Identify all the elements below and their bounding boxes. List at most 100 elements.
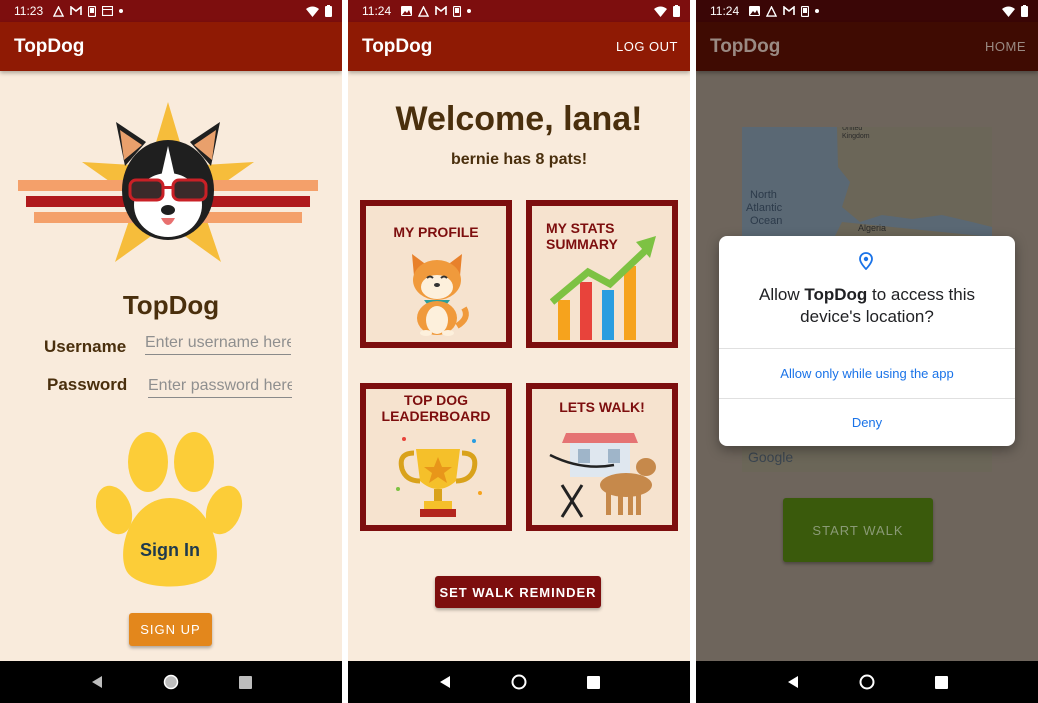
- deny-button[interactable]: Deny: [719, 399, 1015, 446]
- image-icon: [749, 6, 761, 16]
- leaderboard-tile[interactable]: TOP DOG LEADERBOARD: [360, 383, 512, 531]
- username-input[interactable]: [145, 331, 291, 355]
- dialog-title-prefix: Allow: [758, 285, 805, 304]
- app-heading: TopDog: [122, 290, 220, 320]
- nav-bar: [696, 661, 1038, 703]
- notification-icons: [53, 5, 124, 17]
- home-button[interactable]: [161, 672, 181, 692]
- wifi-icon: [654, 6, 667, 17]
- home-button[interactable]: [509, 672, 529, 692]
- welcome-heading: Welcome, lana!: [395, 100, 643, 138]
- status-right: [306, 5, 332, 17]
- back-button[interactable]: [783, 672, 803, 692]
- dialog-title-app: TopDog: [804, 285, 868, 304]
- alert-triangle-icon: [53, 5, 65, 17]
- paw-icon: [95, 432, 243, 587]
- signin-paw-button[interactable]: Sign In: [95, 430, 244, 592]
- walk-screen: 11:24 TopDog HOME United Kingdom North A…: [696, 0, 1038, 703]
- login-screen: 11:23 TopDog TopDog Username Enter usern…: [0, 0, 342, 703]
- signin-label: Sign In: [140, 540, 200, 560]
- map-label-ocean-1: North: [750, 189, 777, 201]
- dialog-title: Allow TopDog to access this device's loc…: [739, 284, 995, 328]
- image-icon: [401, 6, 413, 16]
- recents-icon: [238, 675, 252, 689]
- dot-icon: [467, 9, 472, 13]
- home-button[interactable]: [857, 672, 877, 692]
- app-bar: TopDog HOME: [696, 22, 1038, 71]
- home-icon: [511, 674, 527, 690]
- status-time: 11:24: [362, 4, 392, 18]
- recents-button[interactable]: [235, 672, 255, 692]
- back-button[interactable]: [87, 672, 107, 692]
- home-icon: [859, 674, 875, 690]
- back-button[interactable]: [435, 672, 455, 692]
- notification-icons: [749, 5, 820, 17]
- password-label: Password: [47, 375, 128, 394]
- google-logo: Google: [748, 449, 794, 465]
- app-title: TopDog: [710, 35, 781, 57]
- status-bar: 11:23: [0, 0, 342, 22]
- location-pin-icon: [859, 252, 873, 270]
- app-bar: TopDog: [0, 22, 342, 71]
- topdog-logo: [18, 102, 318, 262]
- nav-bar: [0, 661, 342, 703]
- back-icon: [788, 676, 798, 688]
- status-time: 11:23: [14, 4, 44, 18]
- lets-walk-tile[interactable]: LETS WALK!: [526, 383, 678, 531]
- allow-while-using-button[interactable]: Allow only while using the app: [719, 349, 1015, 398]
- tile-label: MY PROFILE: [393, 224, 479, 240]
- back-icon: [92, 676, 102, 688]
- tile-label: LETS WALK!: [559, 399, 645, 415]
- gmail-icon: [783, 6, 795, 15]
- gmail-icon: [70, 6, 82, 15]
- signup-button[interactable]: SIGN UP: [129, 613, 212, 646]
- wifi-icon: [306, 6, 319, 17]
- alert-triangle-icon: [418, 5, 430, 17]
- set-walk-reminder-button[interactable]: SET WALK REMINDER: [435, 576, 601, 608]
- status-right: [1002, 5, 1028, 17]
- location-permission-dialog: Allow TopDog to access this device's loc…: [719, 236, 1015, 446]
- tile-label-line1: TOP DOG: [403, 392, 469, 408]
- phone-icon: [801, 5, 810, 17]
- password-input[interactable]: [148, 374, 292, 398]
- app-title: TopDog: [14, 35, 85, 57]
- dot-icon: [119, 9, 124, 13]
- start-walk-button[interactable]: START WALK: [783, 498, 933, 562]
- status-bar: 11:24: [348, 0, 690, 22]
- battery-icon: [1021, 5, 1028, 17]
- battery-icon: [325, 5, 332, 17]
- battery-icon: [673, 5, 680, 17]
- nav-bar: [348, 661, 690, 703]
- alert-triangle-icon: [766, 5, 778, 17]
- status-bar: 11:24: [696, 0, 1038, 22]
- username-label: Username: [44, 337, 127, 356]
- shiba-dog-icon: [412, 254, 469, 336]
- recents-icon: [586, 675, 600, 689]
- recents-button[interactable]: [931, 672, 951, 692]
- trophy-icon: [396, 437, 482, 517]
- tile-label-line2: LEADERBOARD: [381, 408, 491, 424]
- map-label-ocean-2: Atlantic: [746, 202, 783, 214]
- stats-chart-icon: [550, 236, 656, 340]
- dot-icon: [815, 9, 820, 13]
- phone-icon: [453, 5, 462, 17]
- my-profile-tile[interactable]: MY PROFILE: [360, 200, 512, 348]
- map-label-algeria: Algeria: [858, 223, 887, 233]
- app-title: TopDog: [362, 35, 433, 57]
- status-right: [654, 5, 680, 17]
- recents-icon: [934, 675, 948, 689]
- dog-walk-icon: [549, 433, 656, 518]
- home-link[interactable]: HOME: [985, 39, 1026, 54]
- notification-icons: [401, 5, 472, 17]
- status-time: 11:24: [710, 4, 740, 18]
- back-icon: [440, 676, 450, 688]
- calendar-icon: [102, 6, 114, 16]
- map-label-kingdom: United Kingdom: [842, 127, 870, 140]
- logout-button[interactable]: LOG OUT: [616, 39, 678, 54]
- dashboard-screen: 11:24 TopDog LOG OUT Welcome, lana! bern…: [348, 0, 690, 703]
- map-label-ocean-3: Ocean: [750, 215, 783, 227]
- my-stats-tile[interactable]: MY STATS SUMMARY: [526, 200, 678, 348]
- app-bar: TopDog LOG OUT: [348, 22, 690, 71]
- pats-text: bernie has 8 pats!: [450, 151, 588, 168]
- recents-button[interactable]: [583, 672, 603, 692]
